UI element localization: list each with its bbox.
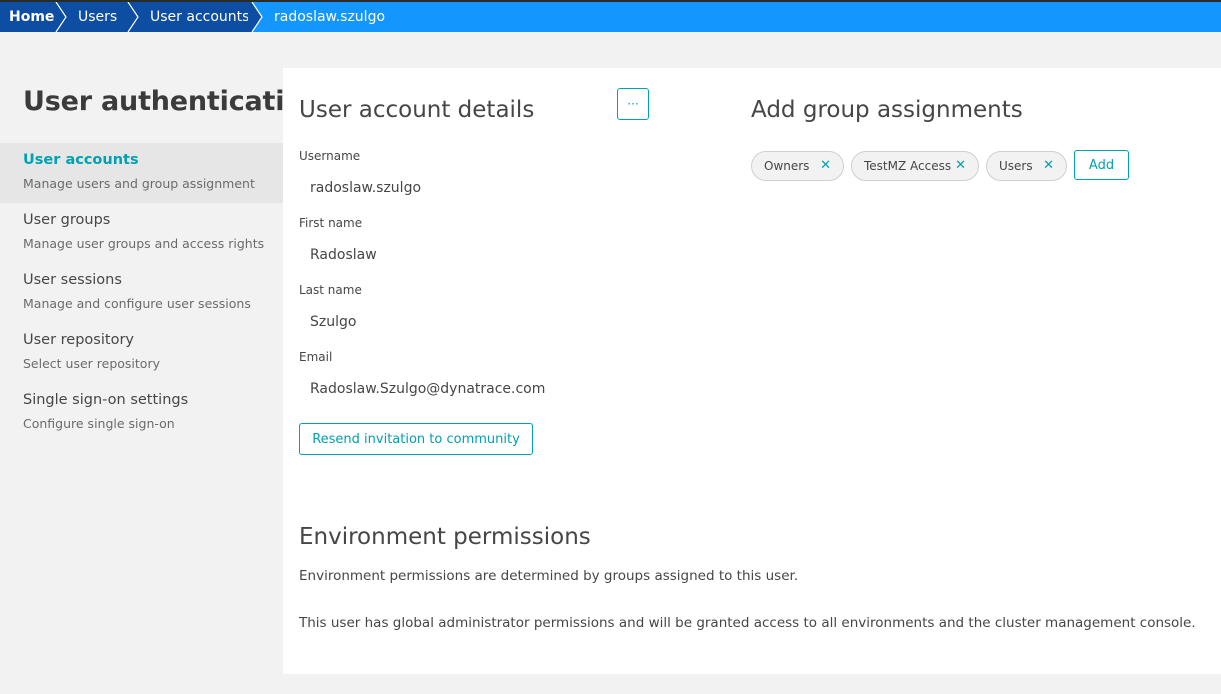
remove-icon[interactable]: ✕	[955, 158, 966, 173]
sidebar-item-desc: Configure single sign-on	[23, 416, 175, 431]
permissions-description: Environment permissions are determined b…	[299, 568, 799, 584]
remove-icon[interactable]: ✕	[820, 158, 831, 173]
sidebar-item-label: User repository	[23, 332, 134, 348]
breadcrumb-user-accounts[interactable]: User accounts	[128, 2, 252, 32]
admin-permissions-note: This user has global administrator permi…	[299, 615, 1196, 631]
breadcrumb-separator-icon	[52, 2, 67, 32]
group-chip-users: Users ✕	[986, 151, 1067, 181]
breadcrumb: Home Users User accounts radoslaw.szulgo	[0, 0, 1221, 32]
sidebar-item-label: Single sign-on settings	[23, 392, 189, 408]
first-name-value: Radoslaw	[310, 247, 377, 263]
group-assignments-title: Add group assignments	[751, 97, 1023, 123]
sidebar-item-single-sign-on[interactable]: Single sign-on settings Configure single…	[0, 383, 283, 443]
sidebar-title: User authentication	[23, 86, 322, 117]
sidebar-item-label: User sessions	[23, 272, 122, 288]
group-chip-label: Owners	[764, 159, 810, 173]
sidebar-item-desc: Manage user groups and access rights	[23, 236, 265, 251]
username-label: Username	[299, 149, 361, 163]
breadcrumb-user-accounts-label: User accounts	[150, 9, 250, 25]
resend-invitation-button[interactable]: Resend invitation to community	[299, 423, 533, 455]
breadcrumb-current: radoslaw.szulgo	[252, 2, 385, 32]
breadcrumb-separator-icon	[124, 2, 139, 32]
user-account-details-title: User account details	[299, 97, 535, 123]
breadcrumb-current-label: radoslaw.szulgo	[274, 9, 386, 25]
breadcrumb-home-label: Home	[9, 9, 55, 25]
sidebar-item-user-sessions[interactable]: User sessions Manage and configure user …	[0, 263, 283, 323]
main-panel: User account details ··· Username radosl…	[283, 68, 1221, 674]
group-chip-label: TestMZ Access	[864, 159, 952, 173]
breadcrumb-separator-icon	[248, 2, 263, 32]
group-chip-label: Users	[999, 159, 1033, 173]
more-actions-button[interactable]: ···	[617, 88, 649, 120]
add-group-button[interactable]: Add	[1074, 150, 1129, 180]
remove-icon[interactable]: ✕	[1043, 158, 1054, 173]
sidebar-item-desc: Manage users and group assignment	[23, 176, 255, 191]
breadcrumb-users-label: Users	[78, 9, 118, 25]
email-value: Radoslaw.Szulgo@dynatrace.com	[310, 381, 546, 397]
sidebar-item-label: User groups	[23, 212, 111, 228]
sidebar-item-user-groups[interactable]: User groups Manage user groups and acces…	[0, 203, 283, 263]
first-name-label: First name	[299, 216, 363, 230]
last-name-label: Last name	[299, 283, 362, 297]
group-chip-testmz-access: TestMZ Access ✕	[851, 151, 979, 181]
breadcrumb-home[interactable]: Home	[0, 2, 56, 32]
last-name-value: Szulgo	[310, 314, 357, 330]
group-chip-owners: Owners ✕	[751, 151, 844, 181]
email-label: Email	[299, 350, 333, 364]
sidebar-item-label: User accounts	[23, 152, 139, 168]
sidebar-item-user-accounts[interactable]: User accounts Manage users and group ass…	[0, 143, 283, 203]
sidebar-item-desc: Select user repository	[23, 356, 160, 371]
sidebar-item-desc: Manage and configure user sessions	[23, 296, 251, 311]
sidebar-item-user-repository[interactable]: User repository Select user repository	[0, 323, 283, 383]
environment-permissions-title: Environment permissions	[299, 524, 591, 550]
username-value: radoslaw.szulgo	[310, 180, 422, 196]
